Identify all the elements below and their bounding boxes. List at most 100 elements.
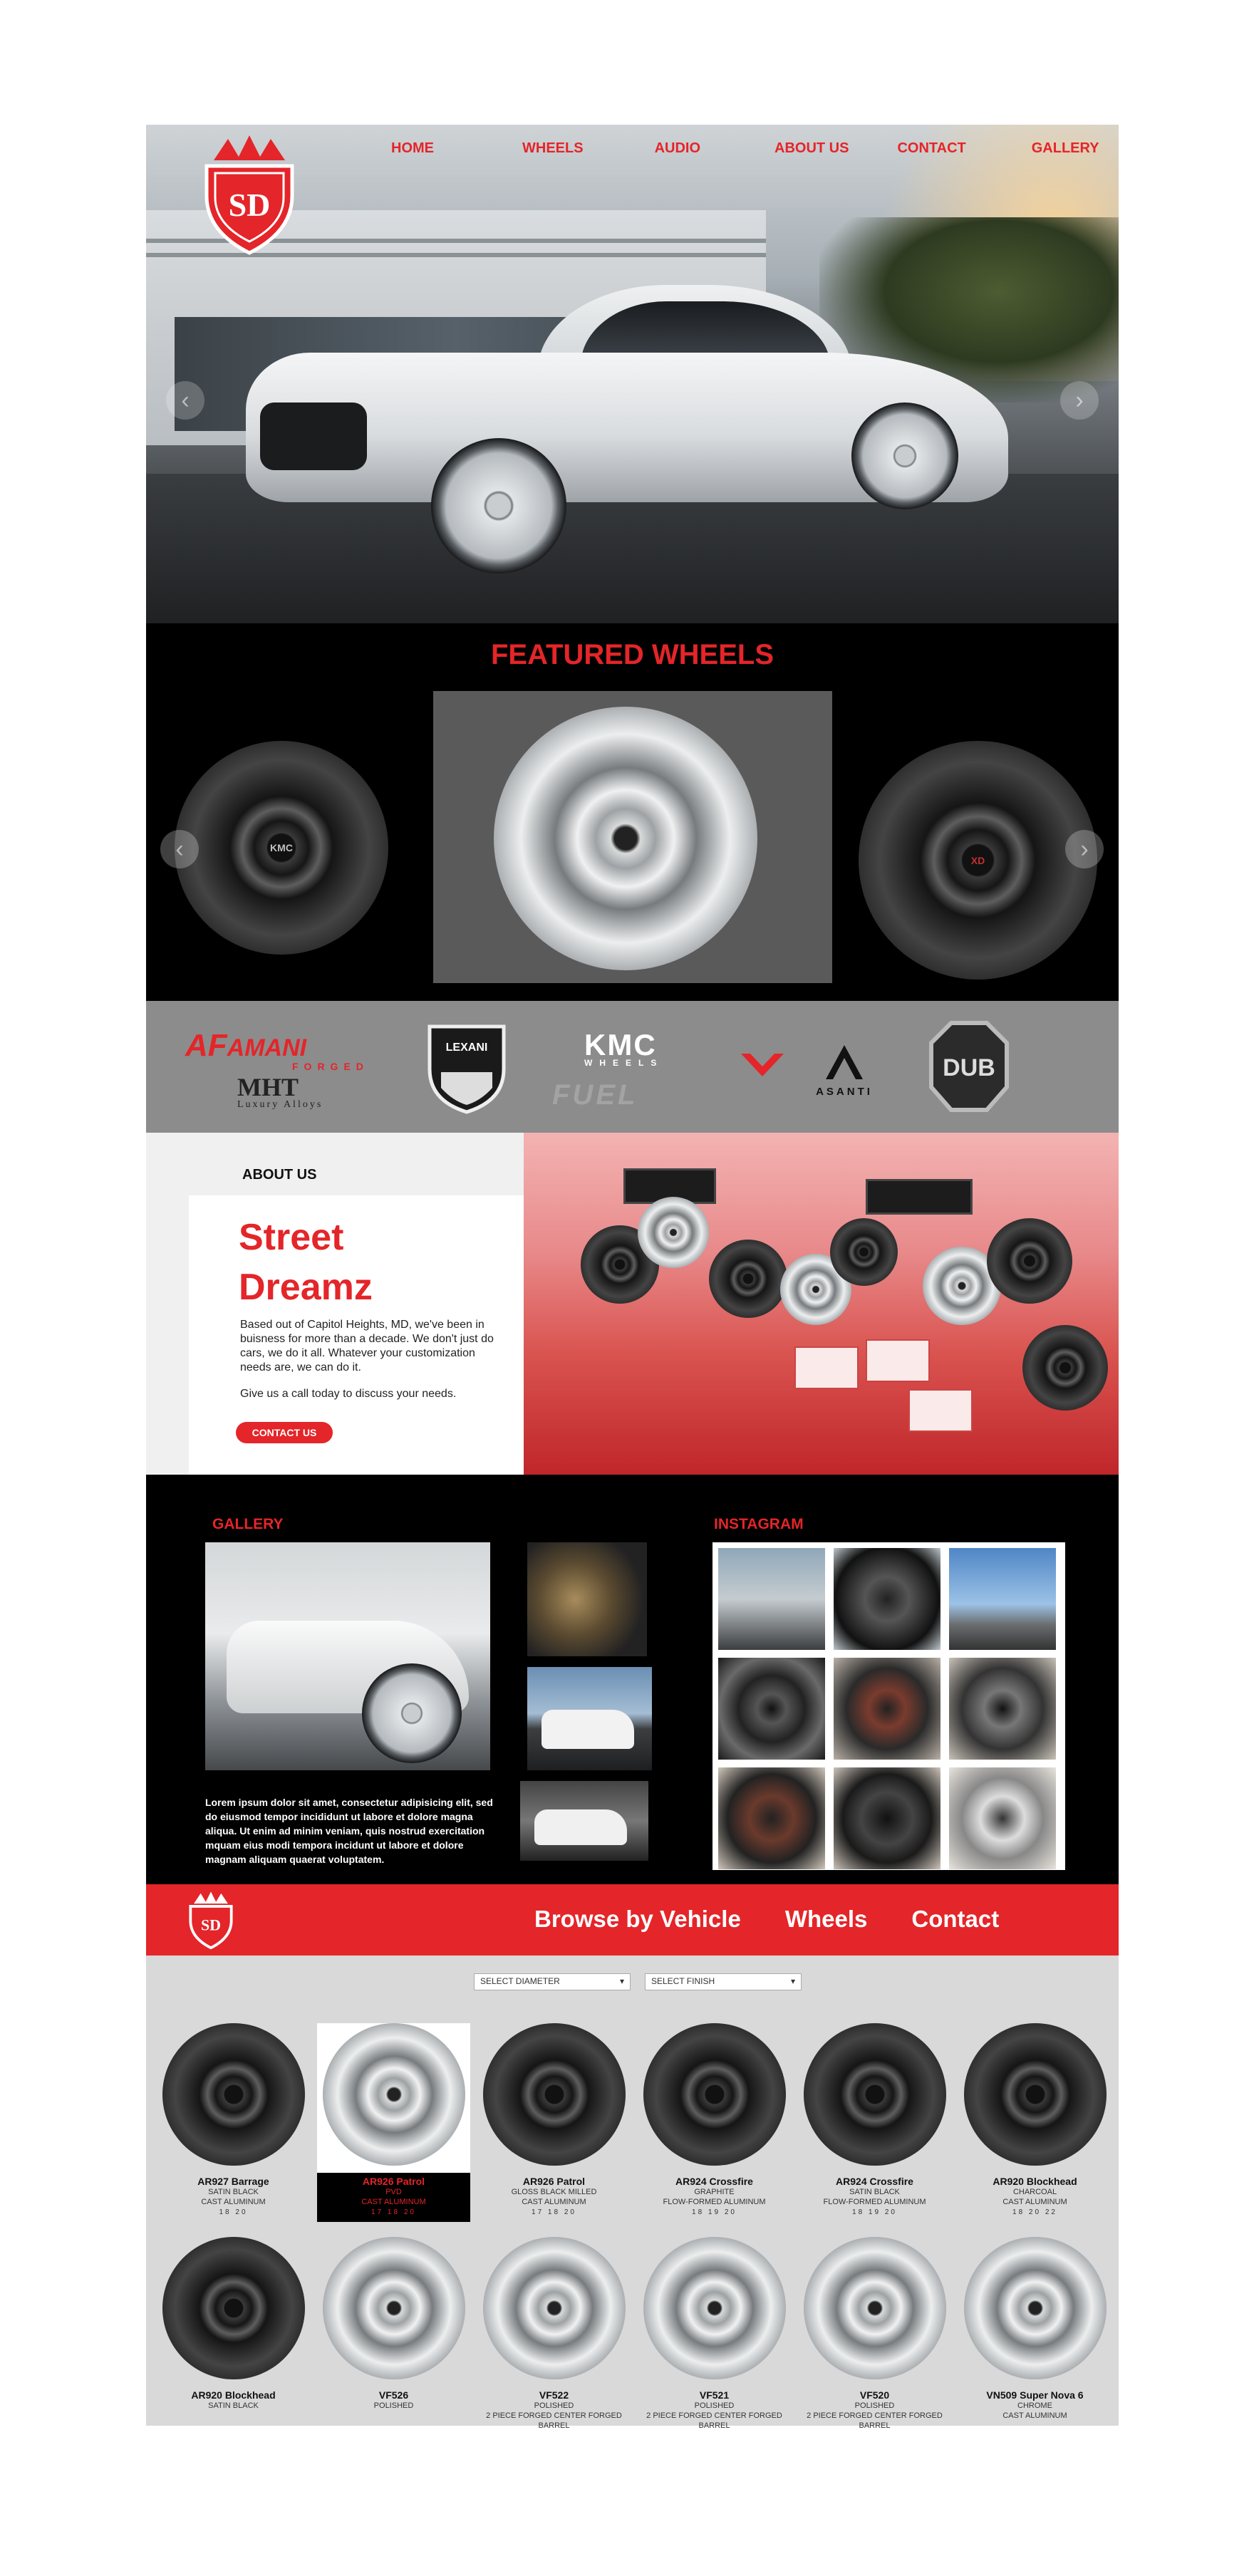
brand-logos-bar: AFAMANI FORGED MHT Luxury Alloys LEXANI … [146, 1001, 1119, 1133]
product-card[interactable]: VN509 Super Nova 6 CHROME CAST ALUMINUM [958, 2237, 1112, 2422]
product-type: CAST ALUMINUM [1002, 2411, 1067, 2420]
product-sizes: 18 19 20 [692, 2208, 737, 2216]
showroom-image [524, 1133, 1119, 1475]
gallery-thumb-2[interactable] [527, 1667, 652, 1770]
product-card[interactable]: AR920 Blockhead CHARCOAL CAST ALUMINUM 18 2… [958, 2023, 1112, 2216]
finish-select[interactable]: SELECT FINISH ▾ [645, 1973, 802, 1990]
chevron-right-icon: › [1080, 836, 1089, 863]
diameter-select[interactable]: SELECT DIAMETER ▾ [474, 1973, 631, 1990]
product-wheel-image [162, 2023, 305, 2166]
product-card[interactable]: VF526 POLISHED [317, 2237, 470, 2412]
product-name: AR926 Patrol [522, 2176, 586, 2187]
instagram-grid [712, 1542, 1065, 1870]
nav-about-us[interactable]: ABOUT US [765, 140, 859, 157]
product-card[interactable]: AR926 Patrol GLOSS BLACK MILLED CAST ALUMI… [477, 2023, 631, 2216]
product-card[interactable]: AR920 Blockhead SATIN BLACK [157, 2237, 310, 2412]
instagram-post[interactable] [949, 1767, 1056, 1869]
gallery-thumb-1[interactable] [527, 1542, 647, 1656]
gallery-description: Lorem ipsum dolor sit amet, consectetur … [205, 1797, 493, 1865]
product-name: VF522 [539, 2389, 569, 2401]
browse-wheels-link[interactable]: Wheels [785, 1906, 868, 1933]
featured-wheel-right[interactable]: XD [859, 741, 1097, 980]
instagram-post[interactable] [718, 1767, 825, 1869]
featured-wheel-left[interactable]: KMC [175, 741, 388, 955]
about-card: Street Dreamz Based out of Capitol Heigh… [189, 1195, 524, 1475]
brand-mht-logo[interactable]: MHT Luxury Alloys [237, 1072, 323, 1111]
product-card[interactable]: AR926 Patrol PVD CAST ALUMINUM 17 18 20 [317, 2023, 470, 2222]
chevron-down-icon: ▾ [790, 1976, 795, 1986]
chevron-down-icon: ▾ [619, 1976, 624, 1986]
about-section: ABOUT US Street Dreamz Based out of Capi… [146, 1133, 1119, 1475]
brand-lexani-logo[interactable]: LEXANI [424, 1022, 509, 1115]
brand-vossen-logo[interactable] [737, 1048, 787, 1084]
product-wheel-image [643, 2023, 786, 2166]
about-cta-text: Give us a call today to discuss your nee… [240, 1388, 457, 1400]
instagram-post[interactable] [834, 1767, 940, 1869]
car-front-wheel [431, 438, 566, 573]
featured-next-button[interactable]: › [1065, 830, 1104, 868]
brand-dub-logo[interactable]: DUB [923, 1019, 1015, 1115]
product-name: AR927 Barrage [197, 2176, 269, 2187]
hero-prev-button[interactable]: ‹ [166, 381, 204, 420]
browse-contact-link[interactable]: Contact [911, 1906, 999, 1933]
street-dreamz-logo[interactable]: SD [192, 132, 306, 260]
product-finish: GLOSS BLACK MILLED [511, 2188, 597, 2196]
chevron-left-icon: ‹ [181, 387, 190, 414]
product-type: 2 PIECE FORGED CENTER FORGED BARREL [646, 2411, 782, 2430]
featured-title: FEATURED WHEELS [490, 639, 774, 670]
product-type: FLOW-FORMED ALUMINUM [823, 2198, 926, 2206]
browse-by-vehicle-link[interactable]: Browse by Vehicle [534, 1906, 741, 1933]
brand-fuel-logo[interactable]: FUEL [552, 1079, 638, 1111]
product-card[interactable]: AR927 Barrage SATIN BLACK CAST ALUMINUM 18 … [157, 2023, 310, 2216]
featured-prev-button[interactable]: ‹ [160, 830, 199, 868]
product-wheel-image [482, 2023, 626, 2166]
svg-text:SD: SD [201, 1916, 221, 1933]
product-name: VF526 [378, 2389, 409, 2401]
product-finish: PVD [385, 2188, 402, 2196]
gallery-thumb-3[interactable] [520, 1781, 648, 1861]
nav-wheels[interactable]: WHEELS [512, 140, 594, 157]
gallery-main-photo[interactable] [205, 1542, 490, 1770]
brand-kmc-logo[interactable]: KMC WHEELS [584, 1028, 663, 1068]
product-finish: CHARCOAL [1012, 2188, 1057, 2196]
browse-bar: SD Browse by Vehicle Wheels Contact [146, 1884, 1119, 1956]
nav-audio[interactable]: AUDIO [645, 140, 710, 157]
product-wheel-image [322, 2023, 465, 2166]
svg-text:LEXANI: LEXANI [446, 1042, 488, 1054]
instagram-post[interactable] [834, 1658, 940, 1760]
product-type: CAST ALUMINUM [361, 2198, 426, 2206]
instagram-post[interactable] [949, 1658, 1056, 1760]
car-rear-wheel [851, 402, 958, 509]
nav-home[interactable]: HOME [381, 140, 444, 157]
svg-text:SD: SD [229, 187, 271, 223]
product-card[interactable]: VF522 POLISHED 2 PIECE FORGED CENTER FORGE… [477, 2237, 631, 2432]
product-card[interactable]: VF520 POLISHED 2 PIECE FORGED CENTER FORGE… [798, 2237, 951, 2432]
product-name: VF521 [699, 2389, 730, 2401]
browse-nav: Browse by Vehicle Wheels Contact [534, 1906, 1043, 1933]
product-name: AR920 Blockhead [993, 2176, 1077, 2187]
contact-us-button[interactable]: CONTACT US [236, 1422, 333, 1443]
nav-gallery[interactable]: GALLERY [1022, 140, 1109, 157]
instagram-post[interactable] [718, 1658, 825, 1760]
hero-slider: SD HOME WHEELS AUDIO ABOUT US CONTACT GA… [146, 125, 1119, 623]
product-card[interactable]: AR924 Crossfire SATIN BLACK FLOW-FORMED AL… [798, 2023, 951, 2216]
chevron-right-icon: › [1075, 387, 1084, 414]
product-finish: SATIN BLACK [849, 2188, 900, 2196]
product-sizes: 18 19 20 [852, 2208, 897, 2216]
instagram-post[interactable] [949, 1548, 1056, 1650]
brand-asanti-logo[interactable]: ASANTI [809, 1042, 880, 1106]
product-name: AR924 Crossfire [675, 2176, 753, 2187]
featured-wheel-center[interactable] [494, 707, 757, 970]
hero-next-button[interactable]: › [1060, 381, 1099, 420]
product-name: AR924 Crossfire [836, 2176, 913, 2187]
product-card[interactable]: AR924 Crossfire GRAPHITE FLOW-FORMED ALUMI… [638, 2023, 791, 2216]
product-card[interactable]: VF521 POLISHED 2 PIECE FORGED CENTER FORGE… [638, 2237, 791, 2432]
footer-logo[interactable]: SD [183, 1890, 239, 1951]
nav-contact[interactable]: CONTACT [887, 140, 975, 157]
brand-amani-logo[interactable]: AFAMANI FORGED [185, 1028, 363, 1072]
product-name: AR920 Blockhead [191, 2389, 276, 2401]
instagram-post[interactable] [718, 1548, 825, 1650]
product-finish: POLISHED [694, 2401, 735, 2410]
product-type: CAST ALUMINUM [1002, 2198, 1067, 2206]
instagram-post[interactable] [834, 1548, 940, 1650]
